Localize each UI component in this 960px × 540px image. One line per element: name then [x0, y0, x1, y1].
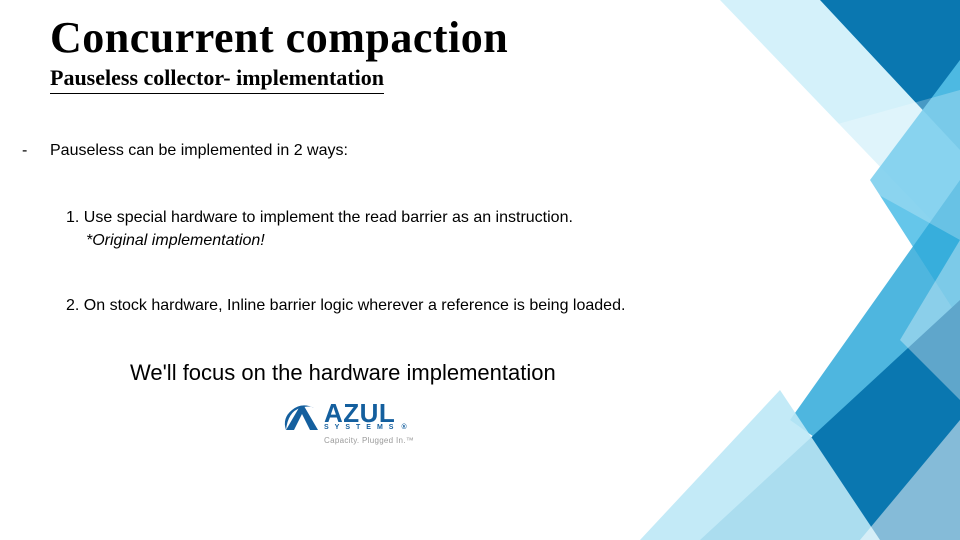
intro-text: Pauseless can be implemented in 2 ways: [50, 142, 348, 160]
item-text: Use special hardware to implement the re… [84, 209, 573, 226]
bullet-dash-icon: - [22, 142, 50, 160]
azul-mark-icon [280, 400, 320, 434]
item-text: On stock hardware, Inline barrier logic … [84, 297, 626, 314]
slide-subtitle: Pauseless collector- implementation [50, 65, 384, 94]
azul-logo: AZUL SYSTEMS ® Capacity. Plugged In.™ [280, 400, 770, 445]
registered-icon: ® [401, 425, 406, 431]
logo-sub-text: SYSTEMS [324, 425, 399, 431]
item-note: *Original implementation! [86, 229, 770, 252]
logo-tagline: Capacity. Plugged In.™ [324, 436, 770, 445]
list-item: 1. Use special hardware to implement the… [66, 206, 770, 252]
item-number: 2. [66, 297, 79, 314]
focus-statement: We'll focus on the hardware implementati… [130, 360, 770, 386]
item-number: 1. [66, 209, 79, 226]
slide-title: Concurrent compaction [50, 12, 770, 63]
logo-brand-text: AZUL [324, 402, 407, 425]
intro-bullet: - Pauseless can be implemented in 2 ways… [22, 142, 770, 160]
list-item: 2. On stock hardware, Inline barrier log… [66, 294, 770, 317]
slide-content: Concurrent compaction Pauseless collecto… [0, 0, 820, 445]
